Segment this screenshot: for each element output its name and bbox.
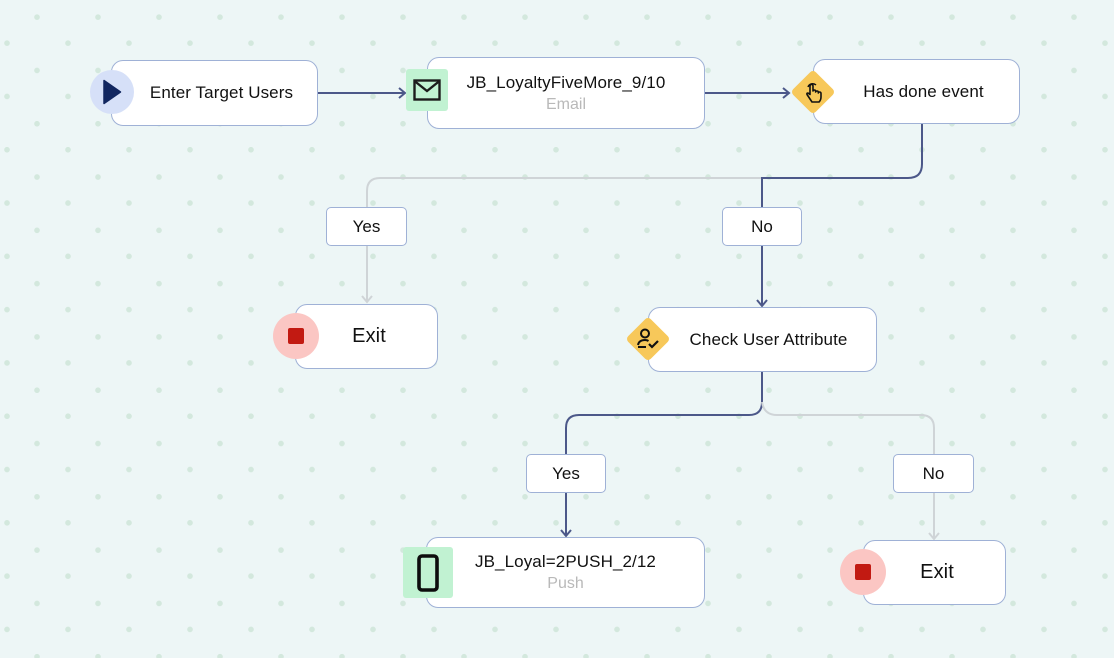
node-title: Check User Attribute xyxy=(689,329,848,349)
branch-label-no[interactable]: No xyxy=(722,207,802,246)
envelope-icon xyxy=(413,79,441,101)
node-email[interactable]: JB_LoyaltyFiveMore_9/10 Email xyxy=(427,57,705,129)
tap-hand-icon xyxy=(797,76,829,108)
node-push[interactable]: JB_Loyal=2PUSH_2/12 Push xyxy=(426,537,705,608)
start-trigger[interactable] xyxy=(90,70,134,114)
node-channel-type: Push xyxy=(547,575,584,592)
node-title: Has done event xyxy=(863,81,984,101)
email-channel-badge xyxy=(406,69,448,111)
user-check-icon xyxy=(632,323,664,355)
stop-icon xyxy=(855,564,871,580)
node-title: JB_Loyal=2PUSH_2/12 xyxy=(475,552,656,571)
node-has-done-event[interactable]: Has done event xyxy=(813,59,1020,124)
node-enter-target-users[interactable]: Enter Target Users xyxy=(111,60,318,126)
push-channel-badge xyxy=(403,547,453,598)
play-icon xyxy=(103,79,122,105)
node-title: JB_LoyaltyFiveMore_9/10 xyxy=(466,72,666,92)
edge-event-yes xyxy=(366,177,762,301)
node-title: Exit xyxy=(920,561,954,583)
node-title: Exit xyxy=(352,325,386,347)
exit-badge xyxy=(273,313,319,359)
branch-label-yes[interactable]: Yes xyxy=(326,207,407,246)
branch-label-yes[interactable]: Yes xyxy=(526,454,606,493)
journey-canvas[interactable]: Enter Target Users JB_LoyaltyFiveMore_9/… xyxy=(0,0,1114,658)
branch-label-no[interactable]: No xyxy=(893,454,974,493)
node-check-user-attribute[interactable]: Check User Attribute xyxy=(648,307,877,372)
node-title: Enter Target Users xyxy=(149,83,294,102)
exit-badge xyxy=(840,549,886,595)
mobile-phone-icon xyxy=(417,553,439,592)
node-channel-type: Email xyxy=(545,95,586,113)
stop-icon xyxy=(288,328,304,344)
